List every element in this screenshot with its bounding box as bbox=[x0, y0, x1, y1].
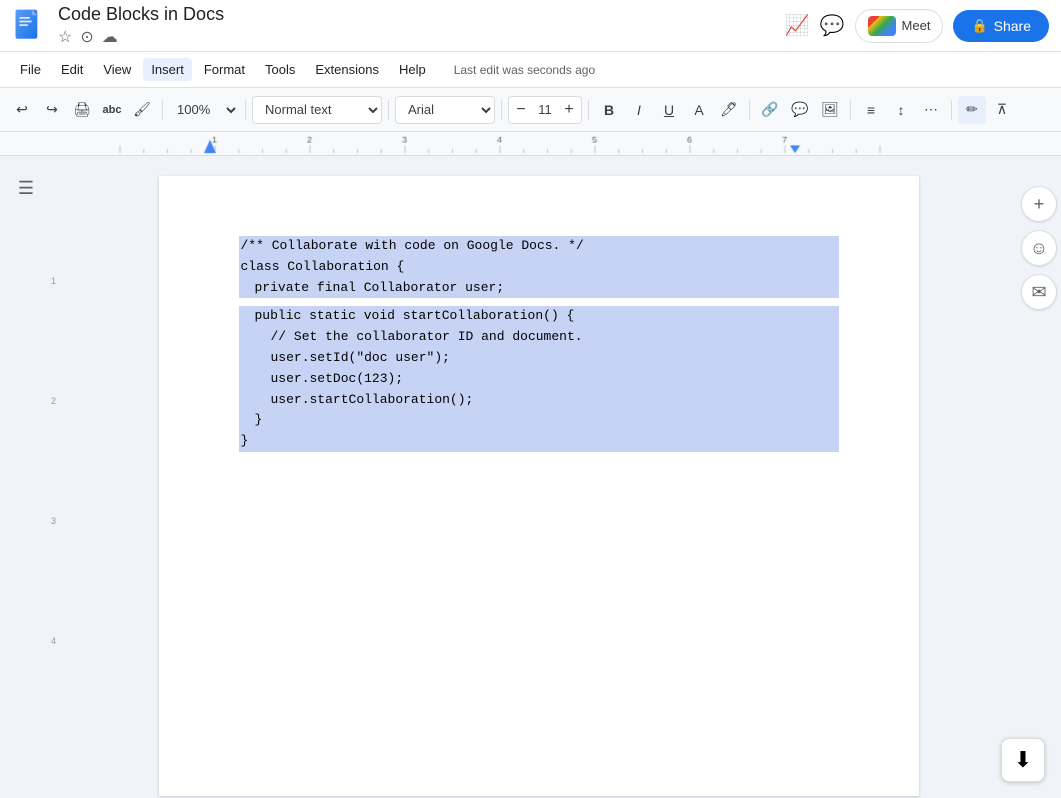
lock-icon: 🔒 bbox=[971, 18, 987, 34]
print-button[interactable]: 🖨 bbox=[68, 96, 96, 124]
code-line-4: public static void startCollaboration() … bbox=[239, 306, 839, 327]
main-layout: ☰ 1 2 3 4 /** Collaborate with code on G… bbox=[0, 156, 1061, 798]
underline-button[interactable]: U bbox=[655, 96, 683, 124]
zoom-select[interactable]: 100% 75% 125% 150% bbox=[169, 96, 239, 124]
toolbar-divider-2 bbox=[245, 100, 246, 120]
toolbar-divider-5 bbox=[588, 100, 589, 120]
menu-view[interactable]: View bbox=[95, 58, 139, 81]
doc-title[interactable]: Code Blocks in Docs bbox=[58, 4, 785, 26]
add-icon: + bbox=[1034, 194, 1045, 215]
doc-page: /** Collaborate with code on Google Docs… bbox=[159, 176, 919, 796]
menu-file[interactable]: File bbox=[12, 58, 49, 81]
menu-bar: File Edit View Insert Format Tools Exten… bbox=[0, 52, 1061, 88]
bottom-right-area: ⬇ bbox=[1001, 738, 1045, 782]
star-icon[interactable]: ☆ bbox=[58, 27, 72, 47]
margin-num-3: 3 bbox=[51, 516, 56, 526]
undo-button[interactable]: ↩ bbox=[8, 96, 36, 124]
ruler-canvas bbox=[0, 132, 1061, 155]
link-button[interactable]: 🔗 bbox=[756, 96, 784, 124]
text-color-icon: A bbox=[694, 102, 703, 118]
emoji-button[interactable]: ☺ bbox=[1021, 230, 1057, 266]
code-line-6: user.setId("doc user"); bbox=[239, 348, 839, 369]
image-button[interactable]: 🖼 bbox=[816, 96, 844, 124]
feedback-icon: ✉ bbox=[1031, 282, 1046, 303]
code-line-9: } bbox=[239, 410, 839, 431]
feedback-button[interactable]: ✉ bbox=[1021, 274, 1057, 310]
drive-icon[interactable]: ⊙ bbox=[80, 27, 93, 47]
code-line-0: /** Collaborate with code on Google Docs… bbox=[239, 236, 839, 257]
line-spacing-button[interactable]: ↕ bbox=[887, 96, 915, 124]
font-size-value[interactable]: 11 bbox=[533, 102, 557, 117]
last-edit-status[interactable]: Last edit was seconds ago bbox=[454, 63, 595, 77]
code-line-10: } bbox=[239, 431, 839, 452]
chart-icon-btn[interactable]: 📈 bbox=[785, 13, 810, 38]
title-icons: ☆ ⊙ ☁ bbox=[58, 27, 785, 47]
left-margin: ☰ 1 2 3 4 bbox=[0, 156, 60, 798]
toolbar: ↩ ↪ 🖨 abc 🖌 100% 75% 125% 150% Normal te… bbox=[0, 88, 1061, 132]
toolbar-divider-6 bbox=[749, 100, 750, 120]
toolbar-divider-1 bbox=[162, 100, 163, 120]
text-color-button[interactable]: A bbox=[685, 96, 713, 124]
toolbar-divider-7 bbox=[850, 100, 851, 120]
code-line-7: user.setDoc(123); bbox=[239, 369, 839, 390]
code-block: /** Collaborate with code on Google Docs… bbox=[239, 236, 839, 452]
comment-icon-btn[interactable]: 💬 bbox=[820, 13, 845, 38]
margin-num-1: 1 bbox=[51, 276, 56, 286]
cloud-icon[interactable]: ☁ bbox=[102, 27, 118, 47]
menu-insert[interactable]: Insert bbox=[143, 58, 192, 81]
assistant-icon: ⬇ bbox=[1014, 747, 1032, 773]
share-label: Share bbox=[994, 18, 1031, 34]
add-button[interactable]: + bbox=[1021, 186, 1057, 222]
font-family-select[interactable]: Arial Times New Roman Courier New bbox=[395, 96, 495, 124]
italic-button[interactable]: I bbox=[625, 96, 653, 124]
toolbar-divider-4 bbox=[501, 100, 502, 120]
comment-button[interactable]: 💬 bbox=[786, 96, 814, 124]
code-line-2: private final Collaborator user; bbox=[239, 278, 839, 299]
menu-tools[interactable]: Tools bbox=[257, 58, 303, 81]
font-size-decrease-button[interactable]: − bbox=[509, 96, 533, 124]
doc-area[interactable]: /** Collaborate with code on Google Docs… bbox=[60, 156, 1017, 798]
font-size-area: − 11 + bbox=[508, 96, 582, 124]
outline-icon[interactable]: ☰ bbox=[14, 176, 38, 200]
margin-num-2: 2 bbox=[51, 396, 56, 406]
spellcheck-button[interactable]: abc bbox=[98, 96, 126, 124]
paragraph-style-select[interactable]: Normal text Heading 1 Heading 2 Title bbox=[252, 96, 382, 124]
title-bar: Code Blocks in Docs ☆ ⊙ ☁ 📈 💬 Meet 🔒 Sha… bbox=[0, 0, 1061, 52]
align-button[interactable]: ≡ bbox=[857, 96, 885, 124]
meet-btn[interactable]: Meet bbox=[855, 9, 944, 43]
menu-format[interactable]: Format bbox=[196, 58, 253, 81]
redo-button[interactable]: ↪ bbox=[38, 96, 66, 124]
code-line-1: class Collaboration { bbox=[239, 257, 839, 278]
share-button[interactable]: 🔒 Share bbox=[953, 10, 1049, 42]
margin-num-4: 4 bbox=[51, 636, 56, 646]
header-right: 📈 💬 Meet 🔒 Share bbox=[785, 9, 1049, 43]
emoji-icon: ☺ bbox=[1030, 238, 1048, 259]
docs-icon bbox=[12, 8, 48, 44]
menu-extensions[interactable]: Extensions bbox=[307, 58, 387, 81]
title-area: Code Blocks in Docs ☆ ⊙ ☁ bbox=[58, 4, 785, 48]
bold-button[interactable]: B bbox=[595, 96, 623, 124]
paint-format-button[interactable]: 🖌 bbox=[128, 96, 156, 124]
font-size-increase-button[interactable]: + bbox=[557, 96, 581, 124]
menu-help[interactable]: Help bbox=[391, 58, 434, 81]
more-options-button[interactable]: ⋯ bbox=[917, 96, 945, 124]
assistant-button[interactable]: ⬇ bbox=[1001, 738, 1045, 782]
menu-edit[interactable]: Edit bbox=[53, 58, 91, 81]
meet-icon bbox=[868, 16, 896, 36]
code-line-8: user.startCollaboration(); bbox=[239, 390, 839, 411]
code-line-5: // Set the collaborator ID and document. bbox=[239, 327, 839, 348]
toolbar-divider-3 bbox=[388, 100, 389, 120]
expand-button[interactable]: ⊼ bbox=[988, 96, 1016, 124]
right-toolbar: + ☺ ✉ bbox=[1017, 156, 1061, 798]
code-line-spacer bbox=[239, 298, 839, 306]
toolbar-divider-8 bbox=[951, 100, 952, 120]
meet-label: Meet bbox=[902, 18, 931, 33]
highlight-button[interactable]: 🖊 bbox=[715, 96, 743, 124]
ruler bbox=[0, 132, 1061, 156]
pen-mode-button[interactable]: ✏ bbox=[958, 96, 986, 124]
